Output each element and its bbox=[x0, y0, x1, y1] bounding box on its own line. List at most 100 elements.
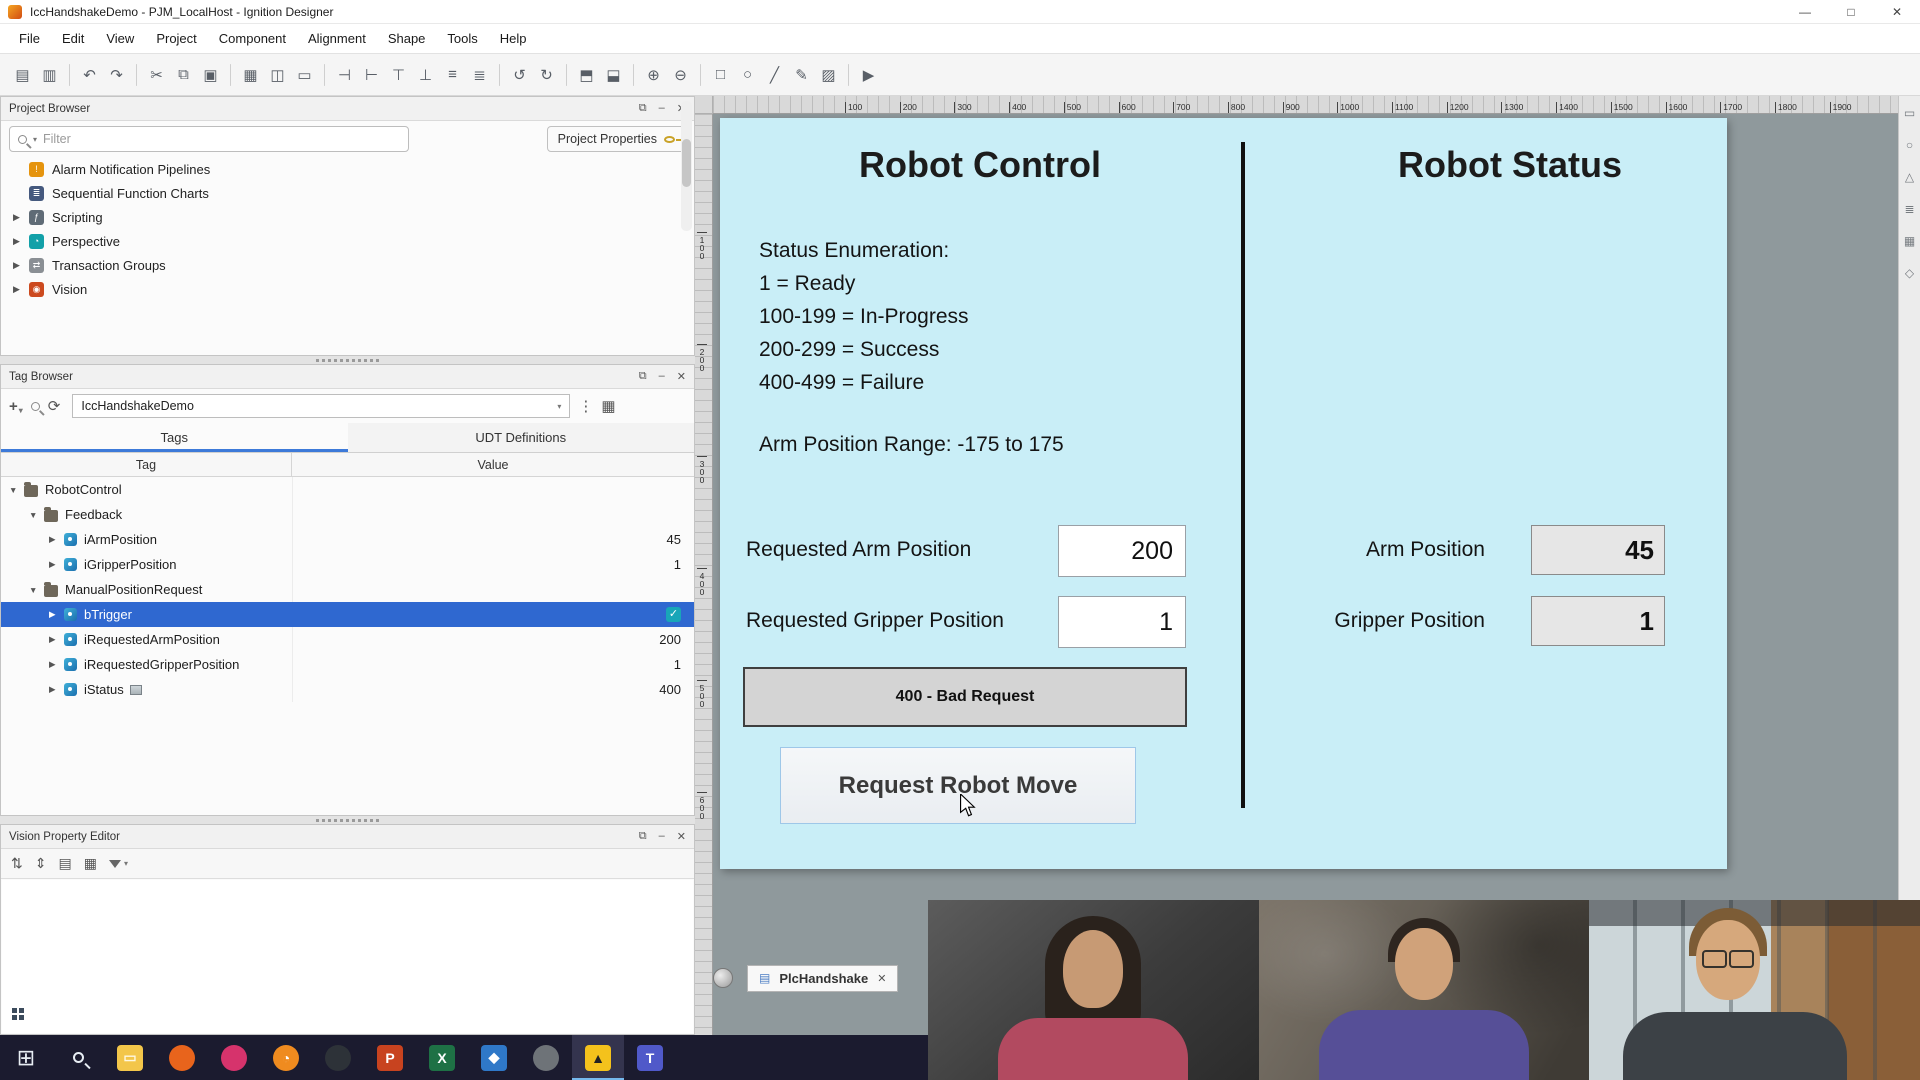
toolbar-icon[interactable]: ╱ bbox=[762, 62, 787, 87]
expand-arrow-icon[interactable]: ▼ bbox=[9, 485, 24, 495]
taskbar-app[interactable]: T bbox=[624, 1035, 676, 1080]
tag-value-checkbox[interactable]: ✓ bbox=[666, 607, 681, 622]
refresh-icon[interactable]: ⟳ bbox=[48, 397, 61, 415]
toolbar-icon[interactable]: ⊕ bbox=[641, 62, 666, 87]
scrollbar-thumb[interactable] bbox=[682, 139, 691, 187]
window-tab-plchandshake[interactable]: ▤ PlcHandshake ✕ bbox=[747, 965, 898, 992]
toolbar-icon[interactable]: ⬓ bbox=[601, 62, 626, 87]
filter-input[interactable]: ▾ Filter bbox=[9, 126, 409, 152]
expand-arrow-icon[interactable]: ▼ bbox=[29, 510, 44, 520]
toolbar-icon[interactable]: ✎ bbox=[789, 62, 814, 87]
taskbar-app[interactable]: ▭ bbox=[104, 1035, 156, 1080]
taskbar-app[interactable] bbox=[156, 1035, 208, 1080]
toolbar-icon[interactable] bbox=[700, 64, 701, 86]
taskbar-app[interactable] bbox=[520, 1035, 572, 1080]
tag-row[interactable]: ▶ iArmPosition 45 bbox=[1, 527, 694, 552]
menu-item[interactable]: Component bbox=[208, 24, 297, 54]
expand-arrow-icon[interactable]: ▶ bbox=[49, 634, 64, 645]
expand-arrow-icon[interactable]: ▼ bbox=[29, 585, 44, 595]
menu-item[interactable]: Shape bbox=[377, 24, 437, 54]
tag-row[interactable]: ▼ Feedback bbox=[1, 502, 694, 527]
toolbar-icon[interactable]: ▶ bbox=[856, 62, 881, 87]
panel-divider[interactable] bbox=[0, 356, 695, 364]
toolbar-icon[interactable]: ▣ bbox=[198, 62, 223, 87]
toolbar-icon[interactable]: □ bbox=[708, 62, 733, 87]
toolbar-icon[interactable] bbox=[136, 64, 137, 86]
palette-icon[interactable]: ▦ bbox=[1904, 234, 1915, 248]
menu-item[interactable]: Edit bbox=[51, 24, 95, 54]
toolbar-icon[interactable]: ⊤ bbox=[386, 62, 411, 87]
tag-row[interactable]: ▶ bTrigger ✓ bbox=[1, 602, 694, 627]
taskbar-app[interactable]: X bbox=[416, 1035, 468, 1080]
menu-item[interactable]: Help bbox=[489, 24, 538, 54]
column-header-tag[interactable]: Tag bbox=[1, 453, 292, 476]
toolbar-icon[interactable] bbox=[566, 64, 567, 86]
toolbar-icon[interactable]: ▨ bbox=[816, 62, 841, 87]
toolbar-icon[interactable]: ⬒ bbox=[574, 62, 599, 87]
palette-icon[interactable]: ◇ bbox=[1905, 266, 1914, 280]
tag-provider-dropdown[interactable]: IccHandshakeDemo ▾ bbox=[72, 394, 570, 418]
expand-arrow-icon[interactable]: ▶ bbox=[49, 609, 64, 620]
minimize-panel-icon[interactable]: – bbox=[659, 102, 665, 115]
toolbar-icon[interactable]: ↺ bbox=[507, 62, 532, 87]
taskbar-app[interactable]: ▲ bbox=[572, 1035, 624, 1080]
canvas-status-icon[interactable] bbox=[713, 968, 733, 988]
requested-arm-position-input[interactable]: 200 bbox=[1058, 525, 1186, 577]
toolbar-icon[interactable]: ▭ bbox=[292, 62, 317, 87]
menu-item[interactable]: Alignment bbox=[297, 24, 377, 54]
add-tag-button[interactable]: + ▾ bbox=[9, 398, 23, 415]
property-editor-icon[interactable]: ⇕ bbox=[35, 855, 47, 872]
toolbar-icon[interactable]: ↶ bbox=[77, 62, 102, 87]
toolbar-icon[interactable]: ▤ bbox=[10, 62, 35, 87]
project-tree-item[interactable]: ▶ ◉ Vision bbox=[1, 277, 694, 301]
filter-properties-button[interactable]: ▾ bbox=[109, 859, 128, 868]
property-editor-icon[interactable]: ⇅ bbox=[11, 855, 23, 872]
menu-item[interactable]: Project bbox=[145, 24, 207, 54]
taskbar-app[interactable] bbox=[208, 1035, 260, 1080]
toolbar-icon[interactable]: ⊥ bbox=[413, 62, 438, 87]
menu-item[interactable]: View bbox=[95, 24, 145, 54]
palette-icon[interactable]: ▭ bbox=[1904, 106, 1915, 120]
search-tags-icon[interactable] bbox=[31, 402, 40, 411]
tag-row[interactable]: ▶ iGripperPosition 1 bbox=[1, 552, 694, 577]
toolbar-icon[interactable]: ▥ bbox=[37, 62, 62, 87]
maximize-button[interactable]: □ bbox=[1828, 0, 1874, 23]
taskbar-app[interactable] bbox=[52, 1035, 104, 1080]
palette-icon[interactable]: ≣ bbox=[1904, 202, 1914, 216]
close-panel-icon[interactable]: ✕ bbox=[677, 370, 686, 383]
taskbar-app[interactable] bbox=[312, 1035, 364, 1080]
expand-arrow-icon[interactable]: ▶ bbox=[13, 212, 29, 223]
palette-icon[interactable]: △ bbox=[1905, 170, 1914, 184]
toolbar-icon[interactable]: ↻ bbox=[534, 62, 559, 87]
toolbar-icon[interactable] bbox=[633, 64, 634, 86]
tag-row[interactable]: ▶ iStatus 400 bbox=[1, 677, 694, 702]
tag-browser-tab[interactable]: Tags bbox=[1, 423, 348, 452]
menu-item[interactable]: Tools bbox=[436, 24, 488, 54]
property-editor-icon[interactable]: ▤ bbox=[58, 855, 71, 872]
close-panel-icon[interactable]: ✕ bbox=[677, 830, 686, 843]
project-tree-item[interactable]: ▶ ƒ Scripting bbox=[1, 205, 694, 229]
toolbar-icon[interactable] bbox=[324, 64, 325, 86]
toolbar-icon[interactable] bbox=[69, 64, 70, 86]
taskbar-app[interactable]: ◔ bbox=[260, 1035, 312, 1080]
taskbar-app[interactable]: ◆ bbox=[468, 1035, 520, 1080]
toolbar-icon[interactable]: ⊖ bbox=[668, 62, 693, 87]
project-tree-item[interactable]: ! Alarm Notification Pipelines bbox=[1, 157, 694, 181]
toolbar-icon[interactable]: ⧉ bbox=[171, 62, 196, 87]
toolbar-icon[interactable]: ⊢ bbox=[359, 62, 384, 87]
project-properties-button[interactable]: Project Properties bbox=[547, 126, 686, 152]
palette-icon[interactable]: ○ bbox=[1906, 138, 1913, 152]
taskbar-app[interactable]: P bbox=[364, 1035, 416, 1080]
expand-arrow-icon[interactable]: ▶ bbox=[49, 659, 64, 670]
toolbar-icon[interactable]: ↷ bbox=[104, 62, 129, 87]
request-robot-move-button[interactable]: Request Robot Move bbox=[780, 747, 1136, 824]
toolbar-icon[interactable] bbox=[230, 64, 231, 86]
column-header-value[interactable]: Value bbox=[292, 453, 694, 476]
toolbar-icon[interactable]: ≣ bbox=[467, 62, 492, 87]
minimize-panel-icon[interactable]: – bbox=[659, 830, 665, 843]
expand-arrow-icon[interactable]: ▶ bbox=[13, 236, 29, 247]
toolbar-icon[interactable] bbox=[848, 64, 849, 86]
toolbar-icon[interactable]: ✂ bbox=[144, 62, 169, 87]
toolbar-icon[interactable] bbox=[499, 64, 500, 86]
design-canvas[interactable]: Robot Control Robot Status Status Enumer… bbox=[720, 118, 1727, 869]
